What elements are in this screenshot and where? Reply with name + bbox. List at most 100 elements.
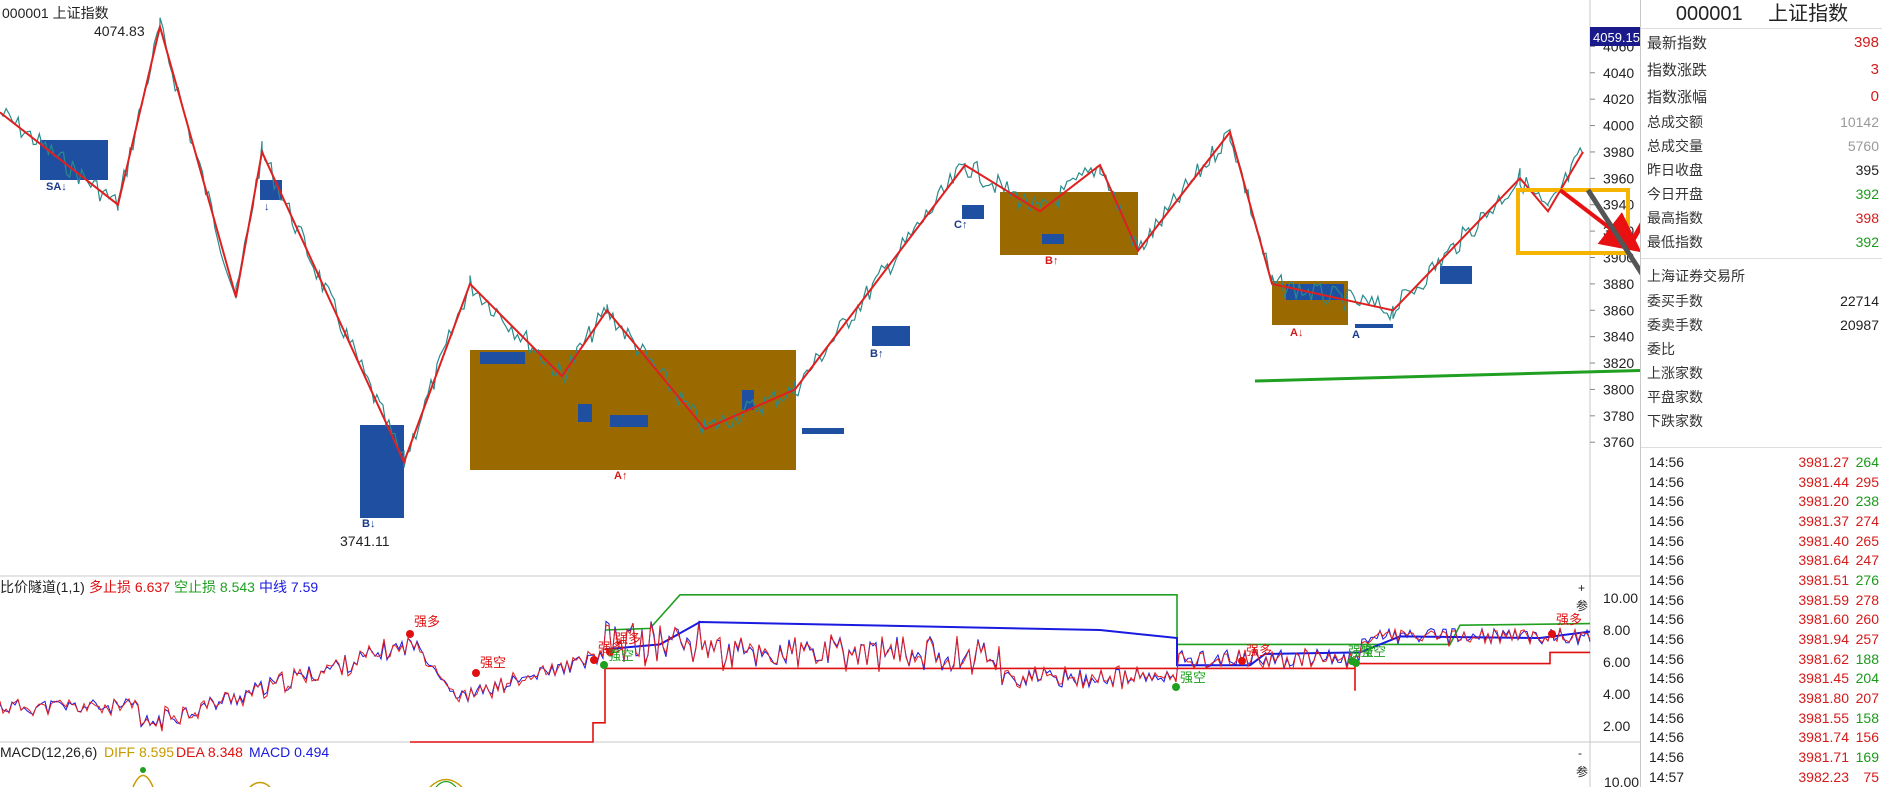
quote-label: 最新指数 (1647, 35, 1708, 52)
quote-name: 上证指数 (1768, 3, 1849, 25)
tunnel-annotation: 强多 (1556, 612, 1582, 627)
signal-label: B↑ (1045, 255, 1058, 267)
tick-time: 14:56 (1649, 591, 1685, 608)
tick-price: 3981.44 (1798, 473, 1849, 490)
tick-time: 14:56 (1649, 493, 1685, 510)
tick-row: 14:56 3981.40 265 (1641, 531, 1882, 551)
signal-label: A↓ (1290, 327, 1303, 339)
price-tick-label: 3860 (1603, 302, 1634, 318)
tick-time: 14:56 (1649, 552, 1685, 569)
tick-row: 14:56 3981.74 156 (1641, 728, 1882, 748)
tunnel-tick-label: 4.00 (1603, 686, 1630, 702)
box-blue-3 (360, 425, 404, 518)
signal-label: B↓ (362, 518, 375, 530)
quote-label: 委比 (1647, 341, 1675, 357)
tunnel-annotation: 强空 (608, 648, 634, 663)
tunnel-param-button[interactable]: 参 (1576, 598, 1588, 613)
quote-row: 昨日收盘 395 (1641, 158, 1882, 182)
signal-label: ↓ (264, 201, 270, 213)
signal-label: A↑ (614, 470, 627, 482)
tick-time: 14:56 (1649, 749, 1685, 766)
tick-price: 3981.94 (1798, 631, 1849, 648)
tunnel-tick-label: 8.00 (1603, 622, 1630, 638)
box-blue-10 (962, 205, 984, 219)
tick-time: 14:56 (1649, 571, 1685, 588)
macd-minus-button[interactable]: - (1578, 746, 1582, 760)
quote-label: 上涨家数 (1647, 365, 1703, 381)
quote-row: 总成交量 5760 (1641, 134, 1882, 158)
macd-axis-tick: 10.00 (1604, 774, 1639, 787)
quote-value: 3 (1870, 61, 1879, 78)
quote-main-rows: 最新指数 398 指数涨跌 3 指数涨幅 0 (1641, 29, 1882, 110)
quote-value: 22714 (1840, 293, 1879, 309)
tick-price: 3982.23 (1798, 768, 1849, 785)
macd-param-button[interactable]: 参 (1576, 764, 1588, 779)
chart-area[interactable]: 000001 上证指数 4060 4040 4020 4000 3980 3960 3940… (0, 0, 1640, 787)
tick-row: 14:56 3981.59 278 (1641, 590, 1882, 610)
tick-price: 3981.60 (1798, 611, 1849, 628)
tunnel-signal-dot-red (1238, 657, 1246, 665)
tick-volume: 238 (1855, 493, 1879, 510)
tunnel-signal-dot-red (406, 630, 414, 638)
box-blue-8 (802, 428, 844, 434)
tick-time: 14:56 (1649, 611, 1685, 628)
tick-volume: 75 (1863, 768, 1879, 785)
tunnel-annotation: 强多 (1246, 643, 1272, 658)
tunnel-axis-ticks: 10.00 8.00 6.00 4.00 2.00 (1603, 590, 1638, 734)
tick-time: 14:56 (1649, 729, 1685, 746)
signal-label: SA↓ (46, 181, 67, 193)
quote-row: 上涨家数 (1641, 361, 1882, 385)
box-gold-2 (1000, 192, 1138, 255)
price-tick-label: 3820 (1603, 355, 1634, 371)
tunnel-legend: 比价隧道(1,1) 多止损 6.637 空止损 8.543 中线 7.59 (0, 579, 318, 595)
quote-label: 指数涨幅 (1647, 89, 1708, 106)
tunnel-plus-button[interactable]: + (1578, 581, 1585, 595)
tunnel-annotations: 强多强空强多强多强空强空强空强多 强空强多 (406, 612, 1582, 691)
box-blue-11 (1042, 234, 1064, 244)
macd-legend-name: MACD(12,26,6) (0, 744, 97, 760)
signal-label: A (1352, 329, 1360, 341)
tick-row: 14:56 3981.64 247 (1641, 550, 1882, 570)
tick-list[interactable]: 14:56 3981.27 264 14:56 3981.44 295 14:56 3981.… (1641, 452, 1882, 787)
quote-panel: 000001 上证指数 最新指数 398 指数涨跌 3 指数涨幅 0 总成交额 10142 总… (1640, 0, 1882, 787)
current-price-text: 4059.15 (1593, 30, 1640, 45)
tunnel-annotation: 强多 (615, 631, 641, 646)
signal-label: B↑ (870, 348, 883, 360)
tick-volume: 204 (1855, 670, 1879, 687)
box-blue-14 (1440, 266, 1472, 284)
quote-label: 总成交量 (1647, 138, 1703, 154)
quote-row: 最低指数 392 (1641, 230, 1882, 254)
tunnel-signal-dot-red (590, 656, 598, 664)
tick-row: 14:56 3981.37 274 (1641, 511, 1882, 531)
tunnel-tick-label: 10.00 (1603, 590, 1638, 606)
quote-value: 0 (1870, 88, 1879, 105)
tick-time: 14:56 (1649, 532, 1685, 549)
box-blue-13 (1355, 324, 1393, 328)
tick-row: 14:56 3981.62 188 (1641, 649, 1882, 669)
box-blue-5 (578, 404, 592, 422)
quote-label: 最低指数 (1647, 234, 1703, 250)
tick-time: 14:56 (1649, 670, 1685, 687)
price-tick-label: 3800 (1603, 381, 1634, 397)
kline-chart[interactable]: 000001 上证指数 4060404040204000398039603940… (0, 0, 1640, 787)
quote-value: 392 (1855, 234, 1879, 250)
arrow-green (1254, 368, 1640, 383)
tick-time: 14:57 (1649, 768, 1685, 785)
quote-order-rows: 委买手数 22714 委卖手数 20987 委比 上涨家数 平盘家数 下跌家数 (1641, 289, 1882, 433)
price-tick-label: 4000 (1603, 118, 1634, 134)
tick-price: 3981.64 (1798, 552, 1849, 569)
tick-volume: 274 (1855, 512, 1879, 529)
price-tick-label: 3780 (1603, 408, 1634, 424)
low-marker-label: 3741.11 (340, 533, 390, 549)
quote-row: 下跌家数 (1641, 409, 1882, 433)
tick-price: 3981.27 (1798, 453, 1849, 470)
tick-volume: 295 (1855, 473, 1879, 490)
tick-volume: 188 (1855, 650, 1879, 667)
tunnel-legend-name: 比价隧道(1,1) (0, 579, 85, 595)
tunnel-signal-dot-red (472, 669, 480, 677)
tunnel-tick-label: 2.00 (1603, 718, 1630, 734)
tick-price: 3981.45 (1798, 670, 1849, 687)
tick-volume: 260 (1855, 611, 1879, 628)
quote-value: 398 (1855, 210, 1879, 226)
tick-time: 14:56 (1649, 650, 1685, 667)
